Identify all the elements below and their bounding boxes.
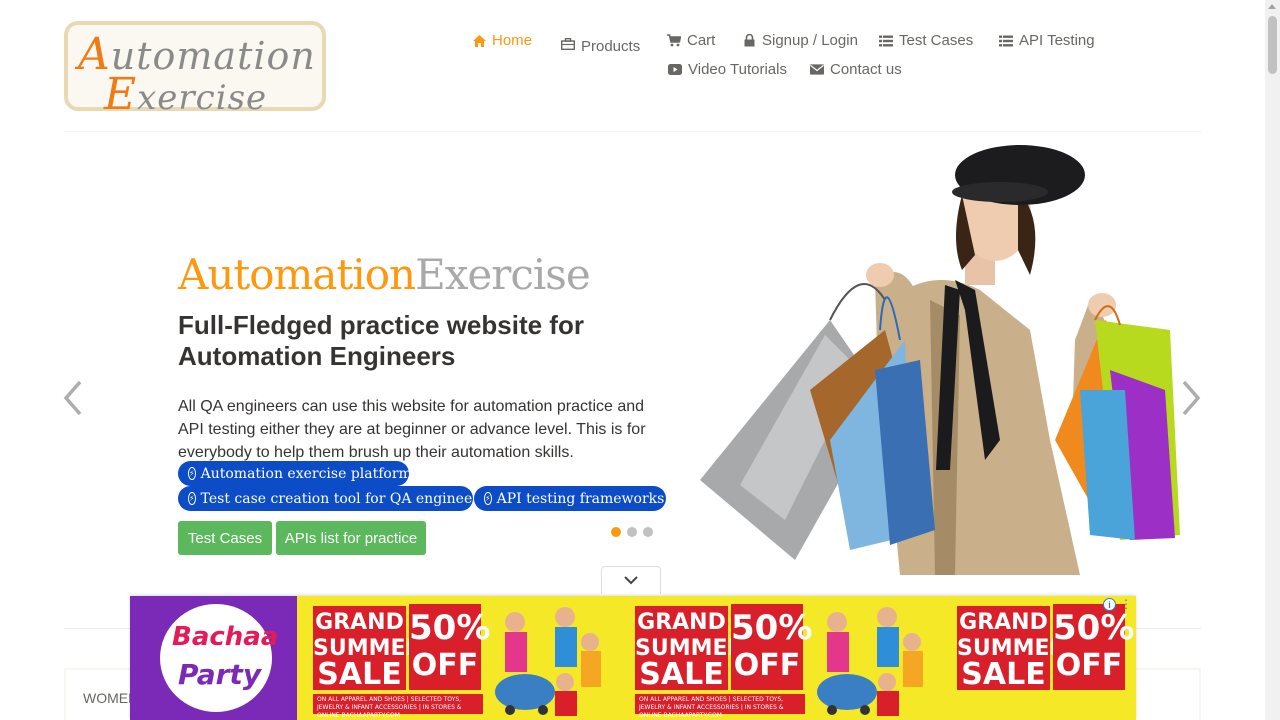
bolt-icon: ⚡ [484, 492, 492, 505]
tag-label: API testing frameworks [496, 490, 665, 507]
cart-icon [667, 34, 681, 48]
nav-test-cases[interactable]: Test Cases [879, 32, 973, 49]
ad-brand-line-1: Bachaa [172, 622, 279, 652]
tag-automation-platform[interactable]: ⚡ Automation exercise platform [178, 461, 412, 486]
test-cases-button[interactable]: Test Cases [178, 521, 272, 555]
ad-sale-box: GRAND SUMMER SALE [957, 606, 1066, 690]
ad-kids-image [495, 607, 601, 716]
envelope-icon [810, 63, 824, 77]
tag-api-testing-frameworks[interactable]: ⚡ API testing frameworks [474, 486, 666, 511]
logo-line-2: Exercise [104, 69, 268, 120]
nav-contact-us-label: Contact us [830, 61, 902, 78]
ad-collapse-button[interactable] [601, 566, 661, 594]
list-icon [999, 34, 1013, 48]
nav-home-label: Home [492, 32, 533, 49]
ad-fine-print: ON ALL APPAREL AND SHOES | SELECTED TOYS… [313, 694, 483, 719]
site-logo[interactable]: Automation Exercise [64, 21, 326, 120]
ad-brand-logo: Bachaa Party [160, 604, 278, 712]
page-scrollbar[interactable] [1265, 0, 1280, 720]
ad-off-box: 50% OFF [409, 604, 490, 690]
carousel-prev-chevron-icon[interactable] [63, 380, 83, 416]
home-icon [472, 34, 486, 48]
ad-banner[interactable]: Bachaa Party GRAND SUMMER SALE 50% OFF ON A… [130, 596, 1136, 720]
ad-brand-line-2: Party [178, 658, 262, 691]
nav-test-cases-label: Test Cases [899, 32, 974, 49]
lock-icon [742, 34, 756, 48]
header-divider [64, 131, 1201, 132]
nav-cart[interactable]: Cart [667, 32, 715, 49]
scroll-up-arrow-icon[interactable] [1268, 4, 1276, 9]
chevron-down-icon [624, 576, 638, 585]
carousel-dot-3[interactable] [643, 527, 653, 537]
tag-label: Automation exercise platform [200, 465, 412, 482]
ad-brand-panel: Bachaa Party [130, 596, 297, 720]
ad-sale-panel-1: GRAND SUMMER SALE 50% OFF ON ALL APPAREL AN… [297, 596, 619, 720]
nav-products-label: Products [581, 38, 641, 55]
nav-video-tutorials-label: Video Tutorials [688, 61, 787, 78]
briefcase-icon [561, 37, 575, 51]
slide-description: All QA engineers can use this website fo… [178, 398, 646, 461]
apis-list-button[interactable]: APIs list for practice [276, 521, 426, 555]
ad-sale-panel-2: GRAND SUMMER SALE 50% OFF ON ALL APPAREL AN… [619, 596, 941, 720]
nav-home[interactable]: Home [472, 32, 532, 49]
list-icon [879, 34, 893, 48]
scrollbar-thumb[interactable] [1268, 16, 1277, 74]
ad-sale-box: GRAND SUMMER SALE [313, 606, 422, 690]
ad-fine-print: ON ALL APPAREL AND SHOES | SELECTED TOYS… [635, 694, 805, 719]
ad-info-icon[interactable]: i [1103, 598, 1116, 611]
ad-kids-image [817, 607, 923, 716]
bolt-icon: ⚡ [188, 467, 196, 480]
nav-api-testing[interactable]: API Testing [999, 32, 1095, 49]
nav-contact-us[interactable]: Contact us [810, 61, 902, 78]
nav-signup-login-label: Signup / Login [762, 32, 858, 49]
tag-label: Test case creation tool for QA engineers [200, 490, 487, 507]
slide-heading: Full-Fledged practice website for Automa… [178, 310, 584, 371]
ad-more-options-icon[interactable]: ⋮ [1120, 598, 1132, 611]
ad-sale-box: GRAND SUMMER SALE [635, 606, 744, 690]
carousel-indicators [611, 527, 653, 537]
tag-test-case-tool[interactable]: ⚡ Test case creation tool for QA enginee… [178, 486, 486, 511]
ad-off-box: 50% OFF [731, 604, 812, 690]
nav-cart-label: Cart [687, 32, 716, 49]
slide-title: AutomationExercise [178, 250, 591, 299]
nav-signup-login[interactable]: Signup / Login [742, 32, 858, 49]
bolt-icon: ⚡ [188, 492, 196, 505]
carousel-dot-1[interactable] [611, 527, 621, 537]
nav-video-tutorials[interactable]: Video Tutorials [668, 61, 787, 78]
ad-off-box: 50% OFF [1053, 604, 1134, 690]
hero-image [700, 145, 1180, 575]
nav-api-testing-label: API Testing [1019, 32, 1095, 49]
ad-sale-panel-3: GRAND SUMMER SALE 50% OFF [941, 596, 1136, 720]
carousel-dot-2[interactable] [627, 527, 637, 537]
nav-products[interactable]: Products [561, 32, 640, 55]
youtube-icon [668, 63, 682, 77]
